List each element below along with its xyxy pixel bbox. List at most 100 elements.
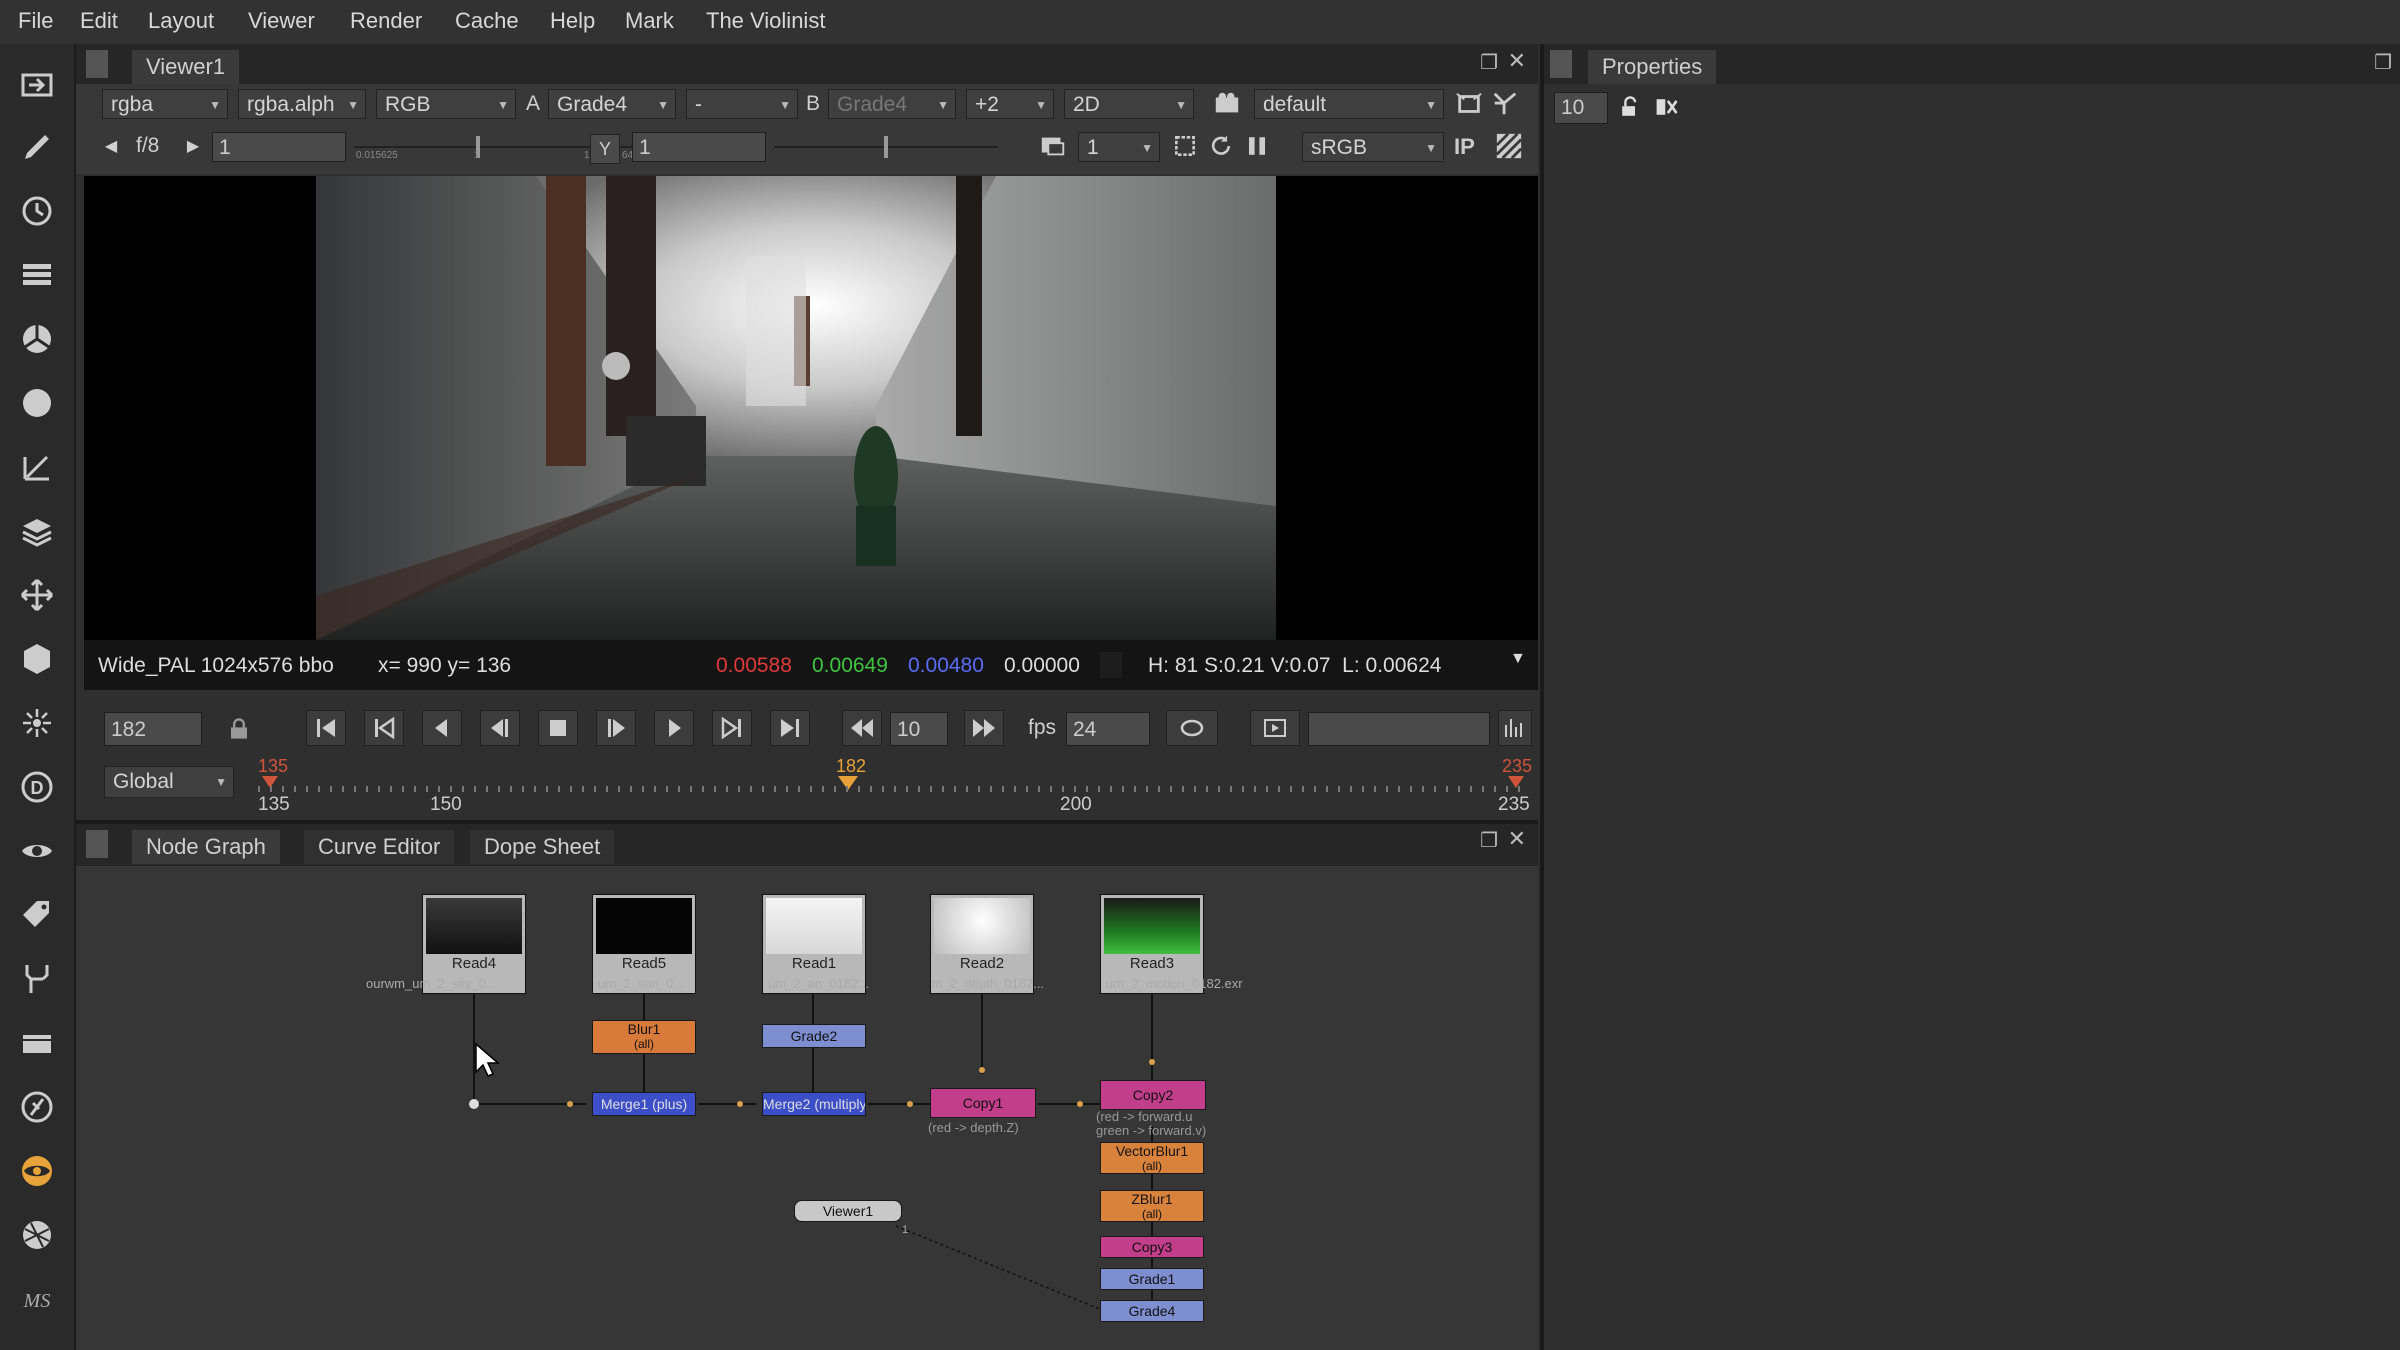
menu-the-violinist[interactable]: The Violinist <box>706 8 825 34</box>
clipping-warning-icon[interactable] <box>1494 131 1524 161</box>
lock-icon[interactable] <box>222 712 256 746</box>
panel-grip-icon[interactable] <box>86 50 108 78</box>
proxy-icon[interactable] <box>1038 131 1068 161</box>
menu-edit[interactable]: Edit <box>80 8 118 34</box>
input-process-toggle[interactable]: IP <box>1454 132 1486 162</box>
timeline-scope-dropdown[interactable]: Global ▼ <box>104 766 234 798</box>
copy-node[interactable]: Copy3 <box>1100 1236 1204 1258</box>
menu-render[interactable]: Render <box>350 8 422 34</box>
merge-node[interactable]: Merge1 (plus) <box>592 1092 696 1116</box>
menu-cache[interactable]: Cache <box>455 8 519 34</box>
display-mode-dropdown[interactable]: RGB ▼ <box>376 89 516 119</box>
max-panels-field[interactable]: 10 <box>1554 92 1608 124</box>
color-wheel-icon[interactable] <box>16 318 58 360</box>
stop-button[interactable] <box>538 710 578 746</box>
colorspace-dropdown[interactable]: sRGB ▼ <box>1302 132 1444 162</box>
go-to-end-button[interactable] <box>770 710 810 746</box>
keyer-icon[interactable] <box>16 446 58 488</box>
fps-field[interactable]: 24 <box>1066 712 1150 746</box>
timeline-slider[interactable]: 135 182 235 135 150 200 235 <box>258 756 1532 816</box>
deep-d-icon[interactable]: D <box>16 766 58 808</box>
3d-cube-icon[interactable] <box>16 638 58 680</box>
step-forward-button[interactable] <box>654 710 694 746</box>
gamma-toggle[interactable]: Y <box>590 134 620 164</box>
frame-increment-field[interactable]: 10 <box>890 712 948 746</box>
proxy-level-dropdown[interactable]: 1 ▼ <box>1078 132 1160 162</box>
clear-panels-icon[interactable] <box>1652 92 1682 122</box>
menu-layout[interactable]: Layout <box>148 8 214 34</box>
tab-curve-editor[interactable]: Curve Editor <box>304 830 455 864</box>
time-clock-icon[interactable] <box>16 190 58 232</box>
properties-grip-icon[interactable] <box>1550 50 1572 78</box>
gamma-slider[interactable] <box>774 132 998 162</box>
close-panel-icon[interactable]: ✕ <box>1508 48 1526 74</box>
view-mode-dropdown[interactable]: 2D ▼ <box>1064 89 1194 119</box>
skip-forward-button[interactable] <box>964 710 1004 746</box>
ms-logo-icon[interactable]: MS <box>16 1278 58 1320</box>
grade-node[interactable]: Grade1 <box>1100 1268 1204 1290</box>
loop-mode-button[interactable] <box>1166 710 1218 746</box>
info-expand-icon[interactable]: ▼ <box>1510 650 1526 668</box>
grade-node[interactable]: Grade4 <box>1100 1300 1204 1322</box>
transform-move-icon[interactable] <box>16 574 58 616</box>
copy-node[interactable]: Copy2 <box>1100 1080 1206 1110</box>
gamma-slider-handle[interactable] <box>884 136 888 158</box>
particles-icon[interactable] <box>16 702 58 744</box>
alpha-channel-dropdown[interactable]: rgba.alph ▼ <box>238 89 366 119</box>
gizmo-ball-icon[interactable] <box>16 1214 58 1256</box>
grade-node[interactable]: Grade2 <box>762 1024 866 1048</box>
tab-viewer1[interactable]: Viewer1 <box>132 50 240 84</box>
compare-mode-dropdown[interactable]: - ▼ <box>686 89 798 119</box>
copy-node[interactable]: Copy1 <box>930 1088 1036 1118</box>
nodegraph-grip-icon[interactable] <box>86 830 108 858</box>
metadata-tag-icon[interactable] <box>16 894 58 936</box>
pause-icon[interactable] <box>1242 131 1272 161</box>
gamma-field[interactable]: 1 <box>632 132 766 162</box>
menu-help[interactable]: Help <box>550 8 595 34</box>
play-forward-button[interactable] <box>596 710 636 746</box>
channel-bars-icon[interactable] <box>16 254 58 296</box>
blur-node[interactable]: Blur1 (all) <box>592 1020 696 1054</box>
gain-field[interactable]: 1 <box>212 132 346 162</box>
tab-properties[interactable]: Properties <box>1588 50 1717 84</box>
menu-file[interactable]: File <box>18 8 53 34</box>
b-input-dropdown[interactable]: Grade4 ▼ <box>828 89 956 119</box>
go-to-start-button[interactable] <box>306 710 346 746</box>
other-panel-icon[interactable] <box>16 1022 58 1064</box>
next-keyframe-button[interactable] <box>712 710 752 746</box>
pause-update-icon[interactable] <box>1170 131 1200 161</box>
menu-mark[interactable]: Mark <box>625 8 674 34</box>
nodegraph-close-icon[interactable]: ✕ <box>1508 826 1526 852</box>
camera-icon[interactable] <box>1212 89 1242 119</box>
ocula-eye-icon[interactable] <box>16 1150 58 1192</box>
zblur-node[interactable]: ZBlur1 (all) <box>1100 1190 1204 1222</box>
vectorblur-node[interactable]: VectorBlur1 (all) <box>1100 1142 1204 1174</box>
refresh-icon[interactable] <box>1206 131 1236 161</box>
furnace-icon[interactable] <box>16 1086 58 1128</box>
views-eye-icon[interactable] <box>16 830 58 872</box>
fstop-increase-icon[interactable]: ▶ <box>178 131 208 161</box>
roi-icon[interactable] <box>1454 89 1484 119</box>
fstop-decrease-icon[interactable]: ◀ <box>96 131 126 161</box>
draw-pen-icon[interactable] <box>16 126 58 168</box>
menu-viewer[interactable]: Viewer <box>248 8 315 34</box>
step-back-button[interactable] <box>422 710 462 746</box>
merge-node[interactable]: Merge2 (multiply) <box>762 1092 866 1116</box>
image-nodes-icon[interactable] <box>16 64 58 106</box>
a-input-dropdown[interactable]: Grade4 ▼ <box>548 89 676 119</box>
downrez-dropdown[interactable]: +2 ▼ <box>966 89 1054 119</box>
previous-keyframe-button[interactable] <box>364 710 404 746</box>
properties-lock-icon[interactable] <box>1616 92 1646 122</box>
node-graph-canvas[interactable]: Read4 ourwm_um_2_sky_0... Read5 um_2_sun… <box>76 866 1538 1350</box>
viewer-canvas[interactable] <box>84 176 1538 640</box>
nodegraph-float-icon[interactable]: ❐ <box>1480 828 1498 853</box>
tab-node-graph[interactable]: Node Graph <box>132 830 280 864</box>
play-backward-button[interactable] <box>480 710 520 746</box>
toolsets-wrench-icon[interactable] <box>16 958 58 1000</box>
flipbook-button[interactable] <box>1250 710 1300 746</box>
viewer-node[interactable]: Viewer1 <box>794 1200 902 1222</box>
properties-float-icon[interactable]: ❐ <box>2374 50 2392 75</box>
filter-circle-icon[interactable] <box>16 382 58 424</box>
current-frame-field[interactable]: 182 <box>104 712 202 746</box>
gizmo-tool-icon[interactable] <box>1490 89 1520 119</box>
